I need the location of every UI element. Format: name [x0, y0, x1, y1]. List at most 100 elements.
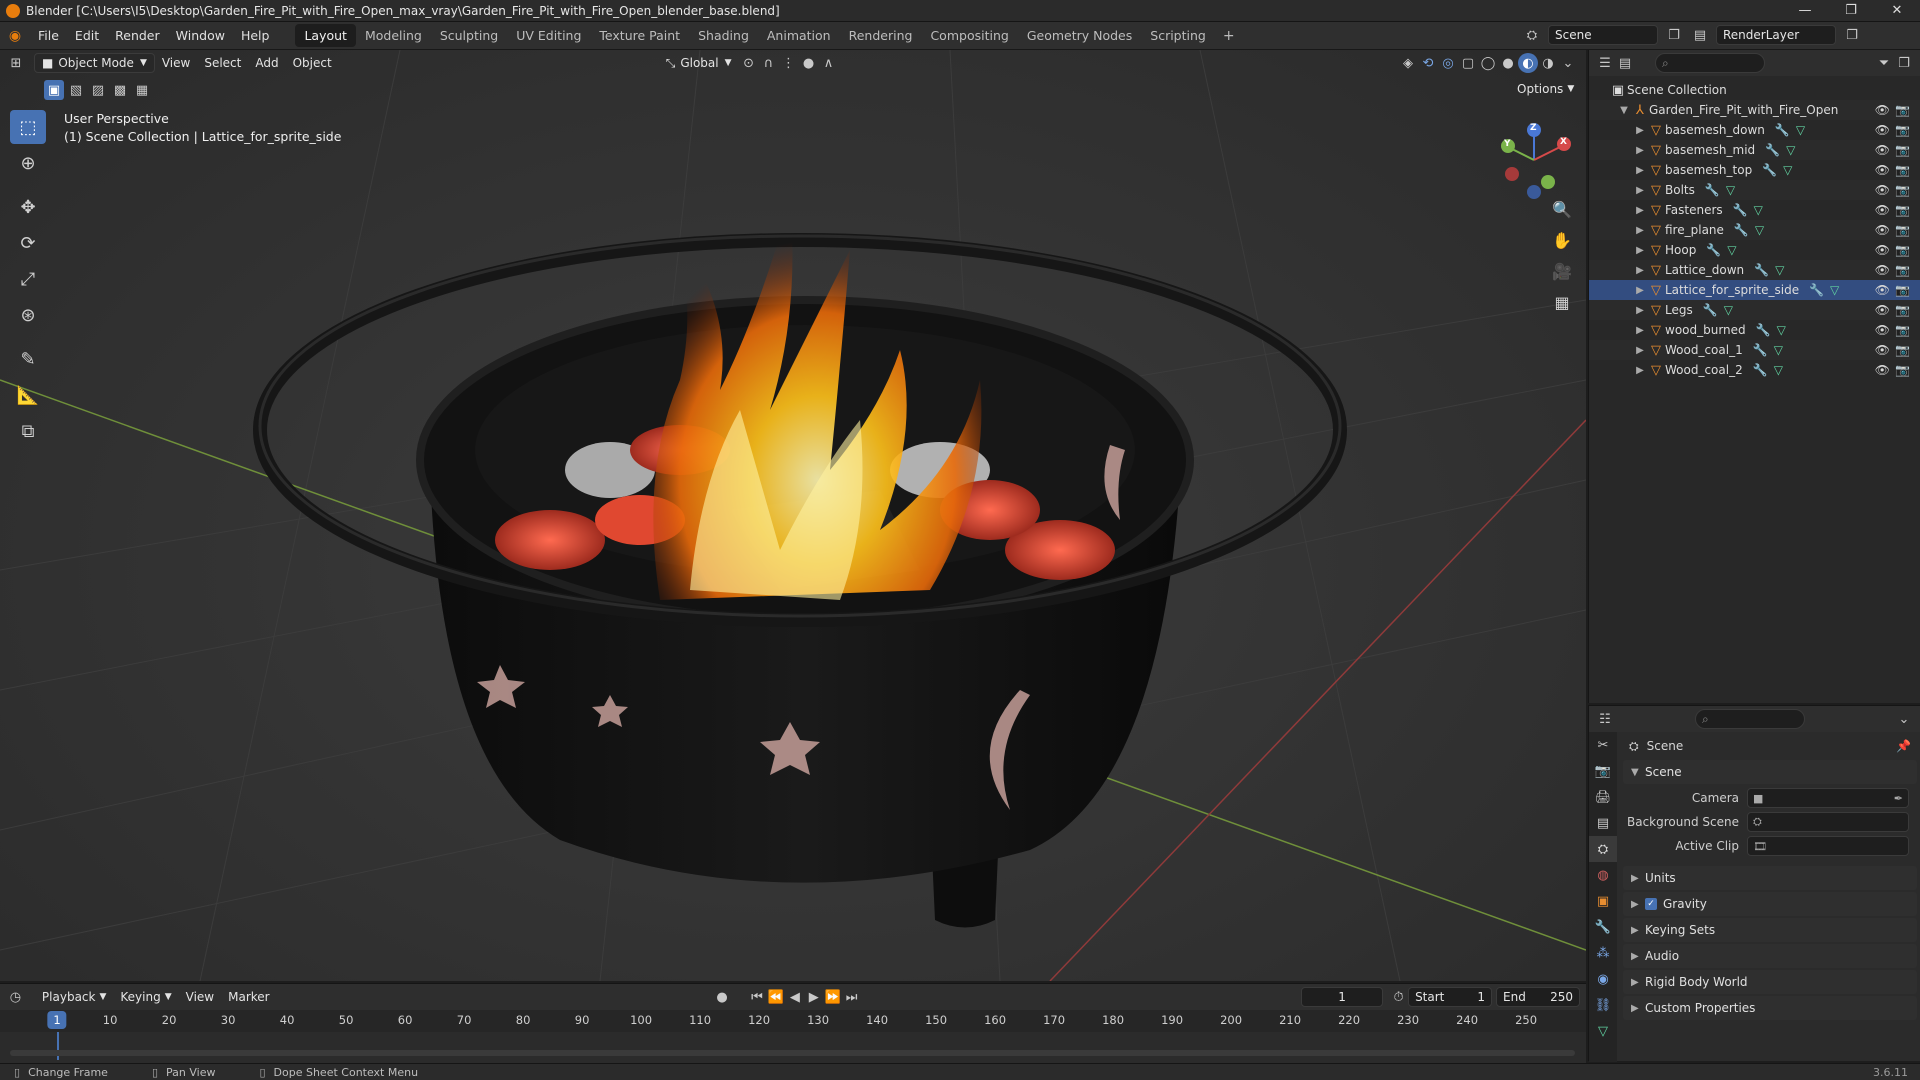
mesh-data-icon[interactable]: ▽ — [1796, 123, 1805, 137]
constraints-tab-icon[interactable]: ⛓ — [1589, 992, 1617, 1018]
eye-icon[interactable]: 👁 — [1875, 103, 1890, 117]
play-icon[interactable]: ▶ — [804, 987, 823, 1007]
tab-animation[interactable]: Animation — [758, 24, 840, 47]
camera-view-icon[interactable]: 🎥 — [1548, 257, 1576, 285]
gravity-panel-header[interactable]: ▶ ✓ Gravity — [1623, 892, 1917, 916]
visibility-icon[interactable]: ◈ — [1398, 53, 1418, 73]
outliner-item[interactable]: ▶ ▽ Bolts 🔧 ▽ 👁 📷 — [1589, 180, 1920, 200]
audio-panel-header[interactable]: ▶ Audio — [1623, 944, 1917, 968]
expand-triangle-icon[interactable]: ▶ — [1633, 365, 1647, 376]
new-scene-icon[interactable]: ❐ — [1664, 25, 1684, 45]
scene-selector[interactable]: Scene — [1548, 25, 1658, 45]
background-scene-field[interactable]: ⛭ — [1747, 812, 1909, 832]
render-camera-icon[interactable]: 📷 — [1895, 163, 1910, 177]
menu-select[interactable]: Select — [197, 53, 248, 73]
transform-tool-icon[interactable]: ⊛ — [10, 298, 46, 332]
outliner-search-input[interactable]: ⌕ — [1655, 53, 1765, 73]
eye-icon[interactable]: 👁 — [1875, 243, 1890, 257]
eye-icon[interactable]: 👁 — [1875, 183, 1890, 197]
object-tab-icon[interactable]: ▣ — [1589, 888, 1617, 914]
menu-keying[interactable]: Keying ▼ — [113, 987, 178, 1007]
material-shading-icon[interactable]: ◐ — [1518, 53, 1538, 73]
mesh-data-icon[interactable]: ▽ — [1830, 283, 1839, 297]
modifier-wrench-icon[interactable]: 🔧 — [1703, 303, 1718, 317]
timeline-ruler[interactable]: 1 10 20 30 40 50 60 70 80 90 100 110 120 130 140 150 16… — [0, 1010, 1586, 1032]
expand-triangle-icon[interactable]: ▶ — [1633, 165, 1647, 176]
annotate-tool-icon[interactable]: ✎ — [10, 342, 46, 376]
move-tool-icon[interactable]: ✥ — [10, 190, 46, 224]
menu-object[interactable]: Object — [286, 53, 339, 73]
minimize-button[interactable]: — — [1782, 0, 1828, 22]
outliner-item-selected[interactable]: ▶ ▽ Lattice_for_sprite_side 🔧 ▽ 👁 📷 — [1589, 280, 1920, 300]
add-cube-tool-icon[interactable]: ⧉ — [10, 414, 46, 448]
solid-shading-icon[interactable]: ● — [1498, 53, 1518, 73]
mesh-data-icon[interactable]: ▽ — [1783, 163, 1792, 177]
navigation-gizmo[interactable]: Z X Y — [1490, 112, 1580, 202]
pivot-icon[interactable]: ⊙ — [739, 53, 759, 73]
editor-type-icon[interactable]: ⊞ — [6, 53, 26, 73]
options-button[interactable]: Options ▼ — [1510, 79, 1581, 99]
menu-edit[interactable]: Edit — [67, 28, 107, 43]
eye-icon[interactable]: 👁 — [1875, 203, 1890, 217]
mesh-data-icon[interactable]: ▽ — [1727, 243, 1736, 257]
menu-timeline-view[interactable]: View — [179, 987, 221, 1007]
camera-field[interactable]: ■ ✒ — [1747, 788, 1909, 808]
render-camera-icon[interactable]: 📷 — [1895, 223, 1910, 237]
expand-triangle-icon[interactable]: ▶ — [1633, 185, 1647, 196]
mesh-data-icon[interactable]: ▽ — [1774, 343, 1783, 357]
current-frame-field[interactable]: 1 — [1301, 987, 1384, 1007]
tab-uv-editing[interactable]: UV Editing — [507, 24, 590, 47]
playhead-frame-label[interactable]: 1 — [47, 1011, 67, 1029]
expand-triangle-icon[interactable]: ▶ — [1633, 145, 1647, 156]
menu-window[interactable]: Window — [168, 28, 233, 43]
expand-triangle-icon[interactable]: ▶ — [1633, 245, 1647, 256]
rigid-body-world-panel-header[interactable]: ▶ Rigid Body World — [1623, 970, 1917, 994]
object-mode-dropdown[interactable]: ■ Object Mode ▼ — [34, 53, 155, 73]
tab-scripting[interactable]: Scripting — [1141, 24, 1215, 47]
modifier-wrench-icon[interactable]: 🔧 — [1775, 123, 1790, 137]
select-new-icon[interactable]: ▣ — [44, 80, 64, 100]
outliner-item[interactable]: ▶ ▽ basemesh_top 🔧 ▽ 👁 📷 — [1589, 160, 1920, 180]
filter-icon[interactable]: ⏷ — [1874, 53, 1894, 73]
custom-properties-panel-header[interactable]: ▶ Custom Properties — [1623, 996, 1917, 1020]
render-tab-icon[interactable]: 📷 — [1589, 758, 1617, 784]
collection-row[interactable]: ▼ ⅄ Garden_Fire_Pit_with_Fire_Open 👁 📷 — [1589, 100, 1920, 120]
outliner-item[interactable]: ▶ ▽ Wood_coal_1 🔧 ▽ 👁 📷 — [1589, 340, 1920, 360]
eye-icon[interactable]: 👁 — [1875, 223, 1890, 237]
overlays-icon[interactable]: ◎ — [1438, 53, 1458, 73]
eye-icon[interactable]: 👁 — [1875, 123, 1890, 137]
outliner-editor-type-icon[interactable]: ☰ — [1595, 53, 1615, 73]
expand-triangle-icon[interactable]: ▶ — [1633, 125, 1647, 136]
eyedropper-icon[interactable]: ✒ — [1894, 792, 1903, 805]
properties-search-input[interactable]: ⌕ — [1695, 709, 1805, 729]
tool-tab-icon[interactable]: ✂ — [1589, 732, 1617, 758]
select-subtract-icon[interactable]: ▨ — [88, 80, 108, 100]
modifier-wrench-icon[interactable]: 🔧 — [1809, 283, 1824, 297]
jump-end-icon[interactable]: ⏭ — [842, 987, 861, 1007]
mesh-data-icon[interactable]: ▽ — [1786, 143, 1795, 157]
3d-viewport[interactable]: ⊞ ■ Object Mode ▼ View Select Add Object… — [0, 50, 1586, 981]
scale-tool-icon[interactable]: ⤢ — [10, 262, 46, 296]
expand-triangle-icon[interactable]: ▶ — [1633, 305, 1647, 316]
maximize-button[interactable]: ❐ — [1828, 0, 1874, 22]
modifier-wrench-icon[interactable]: 🔧 — [1753, 363, 1768, 377]
render-camera-icon[interactable]: 📷 — [1895, 303, 1910, 317]
menu-view[interactable]: View — [155, 53, 197, 73]
output-tab-icon[interactable]: 🖨 — [1589, 784, 1617, 810]
menu-help[interactable]: Help — [233, 28, 278, 43]
tab-sculpting[interactable]: Sculpting — [431, 24, 507, 47]
mesh-data-icon[interactable]: ▽ — [1726, 183, 1735, 197]
transform-orientation-dropdown[interactable]: ⤡ Global ▼ — [659, 53, 739, 73]
mesh-data-icon[interactable]: ▽ — [1774, 363, 1783, 377]
eye-icon[interactable]: 👁 — [1875, 323, 1890, 337]
mesh-data-icon[interactable]: ▽ — [1755, 223, 1764, 237]
wireframe-shading-icon[interactable]: ◯ — [1478, 53, 1498, 73]
modifier-tab-icon[interactable]: 🔧 — [1589, 914, 1617, 940]
mesh-data-icon[interactable]: ▽ — [1777, 323, 1786, 337]
menu-file[interactable]: File — [30, 28, 67, 43]
eye-icon[interactable]: 👁 — [1875, 163, 1890, 177]
modifier-wrench-icon[interactable]: 🔧 — [1765, 143, 1780, 157]
scene-panel-header[interactable]: ▼ Scene — [1623, 760, 1917, 784]
view-layer-tab-icon[interactable]: ▤ — [1589, 810, 1617, 836]
scene-collection-row[interactable]: ▣ Scene Collection — [1589, 80, 1920, 100]
